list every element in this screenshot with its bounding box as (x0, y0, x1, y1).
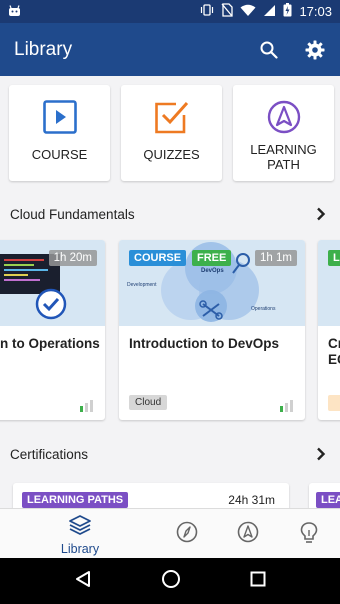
certification-card[interactable]: LEARNING PATHS 24h 31m (13, 483, 289, 508)
back-icon[interactable] (74, 570, 92, 593)
course-card[interactable]: 1h 20m n to Operations (0, 240, 105, 420)
app-bar: Library (0, 23, 340, 76)
quizzes-shortcut[interactable]: QUIZZES (121, 85, 222, 181)
venn-label-development: Development (127, 282, 157, 288)
no-sim-icon (221, 3, 234, 20)
nav-library[interactable]: Library (55, 514, 105, 556)
library-content[interactable]: COURSE QUIZZES LEARNING PATH Cloud Funda… (0, 76, 340, 508)
quizzes-shortcut-label: QUIZZES (143, 147, 200, 162)
chevron-right-icon[interactable] (312, 445, 330, 463)
learning-path-badge: LA (328, 250, 340, 266)
nav-learning-paths[interactable] (237, 521, 259, 548)
free-badge: FREE (192, 250, 232, 266)
system-navigation-bar (0, 558, 340, 604)
lightbulb-icon (299, 521, 319, 550)
level-indicator (80, 400, 93, 412)
category-tag: Cloud (129, 395, 168, 410)
page-title: Library (14, 38, 73, 60)
course-shortcut-label: COURSE (31, 147, 88, 162)
learning-paths-badge: LEA (316, 492, 340, 508)
course-thumbnail: 1h 20m (0, 240, 105, 326)
learning-path-icon (267, 99, 301, 135)
section-header-certifications[interactable]: Certifications (10, 445, 330, 463)
duration-text: 24h 31m (228, 493, 275, 507)
section-header-cloud-fundamentals[interactable]: Cloud Fundamentals (10, 205, 330, 223)
nav-explore[interactable] (176, 521, 198, 548)
course-badge: COURSE (129, 250, 187, 266)
battery-charging-icon (283, 3, 292, 20)
learning-paths-badge: LEARNING PATHS (22, 492, 129, 508)
vibrate-icon (200, 3, 214, 20)
android-notification-icon (8, 4, 21, 20)
certification-card[interactable]: LEA (309, 483, 340, 508)
compass-icon (176, 521, 198, 548)
search-icon[interactable] (258, 39, 280, 61)
course-title: n to Operations (0, 336, 100, 351)
category-tag (328, 395, 340, 411)
wifi-icon (240, 4, 256, 20)
level-indicator (280, 400, 293, 412)
learning-path-nav-icon (237, 521, 259, 548)
home-icon[interactable] (161, 569, 181, 594)
duration-badge: 1h 1m (255, 250, 297, 266)
quiz-check-icon (154, 99, 190, 135)
learning-path-shortcut[interactable]: LEARNING PATH (233, 85, 334, 181)
status-bar: 17:03 (0, 0, 340, 23)
venn-label-devops: DevOps (201, 268, 224, 274)
course-title: Cr EC (328, 336, 340, 367)
bottom-navigation: Library (0, 508, 340, 558)
play-icon (42, 99, 77, 135)
settings-icon[interactable] (304, 39, 326, 61)
duration-badge: 1h 20m (48, 250, 97, 266)
clock-text: 17:03 (299, 4, 332, 19)
chevron-right-icon[interactable] (312, 205, 330, 223)
course-title: Introduction to DevOps (129, 336, 279, 351)
learning-path-shortcut-label: LEARNING PATH (250, 142, 317, 172)
section-title: Certifications (10, 446, 89, 462)
course-thumbnail: LA (318, 240, 340, 326)
course-shortcut[interactable]: COURSE (9, 85, 110, 181)
course-thumbnail: DevOps Development Operations COURSE FRE… (119, 240, 305, 326)
quick-links: COURSE QUIZZES LEARNING PATH (9, 85, 334, 181)
section-title: Cloud Fundamentals (10, 206, 135, 222)
course-card[interactable]: DevOps Development Operations COURSE FRE… (119, 240, 305, 420)
nav-library-label: Library (60, 542, 100, 556)
library-icon (68, 514, 92, 541)
course-card[interactable]: LA Cr EC (318, 240, 340, 420)
venn-label-operations: Operations (251, 306, 276, 312)
check-circle-icon (35, 288, 67, 325)
recents-icon[interactable] (250, 571, 266, 592)
signal-icon (263, 4, 276, 20)
nav-ideas[interactable] (299, 521, 319, 550)
